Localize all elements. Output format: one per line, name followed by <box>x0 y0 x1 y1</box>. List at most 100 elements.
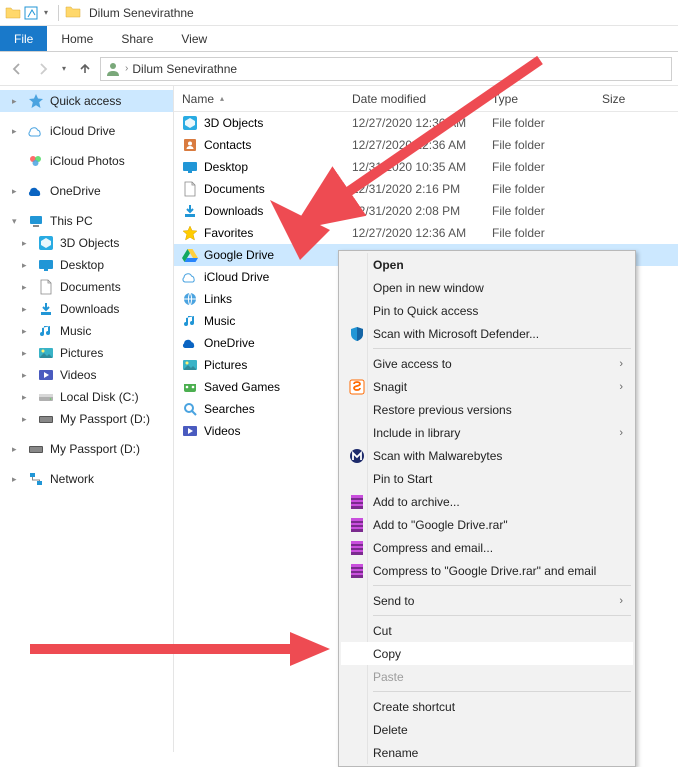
sidebar-label: Documents <box>60 280 121 294</box>
submenu-arrow-icon: › <box>619 595 623 607</box>
desktop-icon <box>182 159 198 175</box>
sidebar-item-icloud-drive[interactable]: ▸iCloud Drive <box>0 120 173 142</box>
searches-icon <box>182 401 198 417</box>
ctx-give-access[interactable]: Give access to› <box>341 352 633 375</box>
ctx-send-to[interactable]: Send to› <box>341 589 633 612</box>
qat-properties-icon[interactable] <box>22 4 40 22</box>
sidebar-item-pictures[interactable]: ▸Pictures <box>0 342 173 364</box>
iclouddrive-icon <box>182 269 198 285</box>
sidebar-label: Music <box>60 324 91 338</box>
system-menu-icon[interactable] <box>4 4 22 22</box>
ctx-pin-quick[interactable]: Pin to Quick access <box>341 299 633 322</box>
ctx-compress-rar-email[interactable]: Compress to "Google Drive.rar" and email <box>341 559 633 582</box>
ctx-create-shortcut[interactable]: Create shortcut <box>341 695 633 718</box>
tab-share[interactable]: Share <box>107 26 167 51</box>
this-pc-icon <box>28 213 44 229</box>
file-name: Favorites <box>204 226 253 240</box>
sidebar-item-this-pc[interactable]: ▾This PC <box>0 210 173 232</box>
sidebar-item-my-passport[interactable]: ▸My Passport (D:) <box>0 408 173 430</box>
network-icon <box>28 471 44 487</box>
sidebar-item-documents[interactable]: ▸Documents <box>0 276 173 298</box>
column-type[interactable]: Type <box>484 92 594 106</box>
breadcrumb-item[interactable]: Dilum Senevirathne <box>132 62 237 76</box>
ctx-compress-email[interactable]: Compress and email... <box>341 536 633 559</box>
file-type: File folder <box>484 116 594 130</box>
external-drive-icon <box>38 411 54 427</box>
pictures-icon <box>38 345 54 361</box>
up-button[interactable] <box>74 58 96 80</box>
folder-icon <box>65 4 83 22</box>
address-bar[interactable]: › Dilum Senevirathne <box>100 57 672 81</box>
ctx-scan-defender[interactable]: Scan with Microsoft Defender... <box>341 322 633 345</box>
ctx-restore-prev[interactable]: Restore previous versions <box>341 398 633 421</box>
collapse-icon[interactable]: ▾ <box>12 216 22 227</box>
file-name: Downloads <box>204 204 263 218</box>
ctx-open-new-window[interactable]: Open in new window <box>341 276 633 299</box>
context-menu: Open Open in new window Pin to Quick acc… <box>338 250 636 767</box>
sidebar-item-onedrive[interactable]: ▸OneDrive <box>0 180 173 202</box>
column-date[interactable]: Date modified <box>344 92 484 106</box>
ctx-open[interactable]: Open <box>341 253 633 276</box>
sidebar-item-3d-objects[interactable]: ▸3D Objects <box>0 232 173 254</box>
sidebar-item-downloads[interactable]: ▸Downloads <box>0 298 173 320</box>
ribbon-tabs: File Home Share View <box>0 26 678 52</box>
icloud-photos-icon <box>28 153 44 169</box>
file-row[interactable]: Documents12/31/2020 2:16 PMFile folder <box>174 178 678 200</box>
qat-dropdown-icon[interactable]: ▾ <box>44 8 48 17</box>
ctx-pin-start[interactable]: Pin to Start <box>341 467 633 490</box>
onedrive-icon <box>182 335 198 351</box>
file-row[interactable]: Downloads12/31/2020 2:08 PMFile folder <box>174 200 678 222</box>
videos-icon <box>182 423 198 439</box>
title-bar: ▾ Dilum Senevirathne <box>0 0 678 26</box>
file-row[interactable]: 3D Objects12/27/2020 12:36 AMFile folder <box>174 112 678 134</box>
sidebar-item-music[interactable]: ▸Music <box>0 320 173 342</box>
malwarebytes-icon <box>349 448 365 464</box>
expand-icon[interactable]: ▸ <box>12 96 22 107</box>
sidebar-item-icloud-photos[interactable]: iCloud Photos <box>0 150 173 172</box>
file-name: Videos <box>204 424 240 438</box>
sidebar-label: My Passport (D:) <box>60 412 150 426</box>
ctx-delete[interactable]: Delete <box>341 718 633 741</box>
file-name: Google Drive <box>204 248 274 262</box>
ctx-add-archive[interactable]: Add to archive... <box>341 490 633 513</box>
file-name: OneDrive <box>204 336 255 350</box>
file-date: 12/27/2020 12:36 AM <box>344 138 484 152</box>
column-size[interactable]: Size <box>594 92 654 106</box>
file-row[interactable]: Favorites12/27/2020 12:36 AMFile folder <box>174 222 678 244</box>
sidebar-item-local-disk[interactable]: ▸Local Disk (C:) <box>0 386 173 408</box>
sidebar-item-my-passport-2[interactable]: ▸My Passport (D:) <box>0 438 173 460</box>
sidebar-item-videos[interactable]: ▸Videos <box>0 364 173 386</box>
3d-objects-icon <box>38 235 54 251</box>
sidebar-item-quick-access[interactable]: ▸ Quick access <box>0 90 173 112</box>
snagit-icon <box>349 379 365 395</box>
file-date: 12/31/2020 2:16 PM <box>344 182 484 196</box>
ctx-cut[interactable]: Cut <box>341 619 633 642</box>
chevron-right-icon[interactable]: › <box>125 63 128 74</box>
ctx-include-lib[interactable]: Include in library› <box>341 421 633 444</box>
file-name: Contacts <box>204 138 251 152</box>
archive-icon <box>349 540 365 556</box>
history-dropdown-icon[interactable]: ▾ <box>62 64 66 73</box>
ctx-copy[interactable]: Copy <box>341 642 633 665</box>
tab-view[interactable]: View <box>167 26 221 51</box>
back-button[interactable] <box>6 58 28 80</box>
ctx-rename[interactable]: Rename <box>341 741 633 764</box>
forward-button[interactable] <box>32 58 54 80</box>
sidebar-label: iCloud Photos <box>50 154 125 168</box>
ctx-snagit[interactable]: Snagit› <box>341 375 633 398</box>
sidebar-item-network[interactable]: ▸Network <box>0 468 173 490</box>
nav-pane: ▸ Quick access ▸iCloud Drive iCloud Phot… <box>0 86 174 752</box>
tab-home[interactable]: Home <box>47 26 107 51</box>
ctx-scan-malwarebytes[interactable]: Scan with Malwarebytes <box>341 444 633 467</box>
nav-bar: ▾ › Dilum Senevirathne <box>0 52 678 86</box>
tab-file[interactable]: File <box>0 26 47 51</box>
file-row[interactable]: Contacts12/27/2020 12:36 AMFile folder <box>174 134 678 156</box>
column-name[interactable]: Name▴ <box>174 92 344 106</box>
sidebar-item-desktop[interactable]: ▸Desktop <box>0 254 173 276</box>
file-row[interactable]: Desktop12/31/2020 10:35 AMFile folder <box>174 156 678 178</box>
sidebar-label: Local Disk (C:) <box>60 390 139 404</box>
ctx-add-rar[interactable]: Add to "Google Drive.rar" <box>341 513 633 536</box>
documents-icon <box>182 181 198 197</box>
sidebar-label: Desktop <box>60 258 104 272</box>
sidebar-label: Videos <box>60 368 96 382</box>
